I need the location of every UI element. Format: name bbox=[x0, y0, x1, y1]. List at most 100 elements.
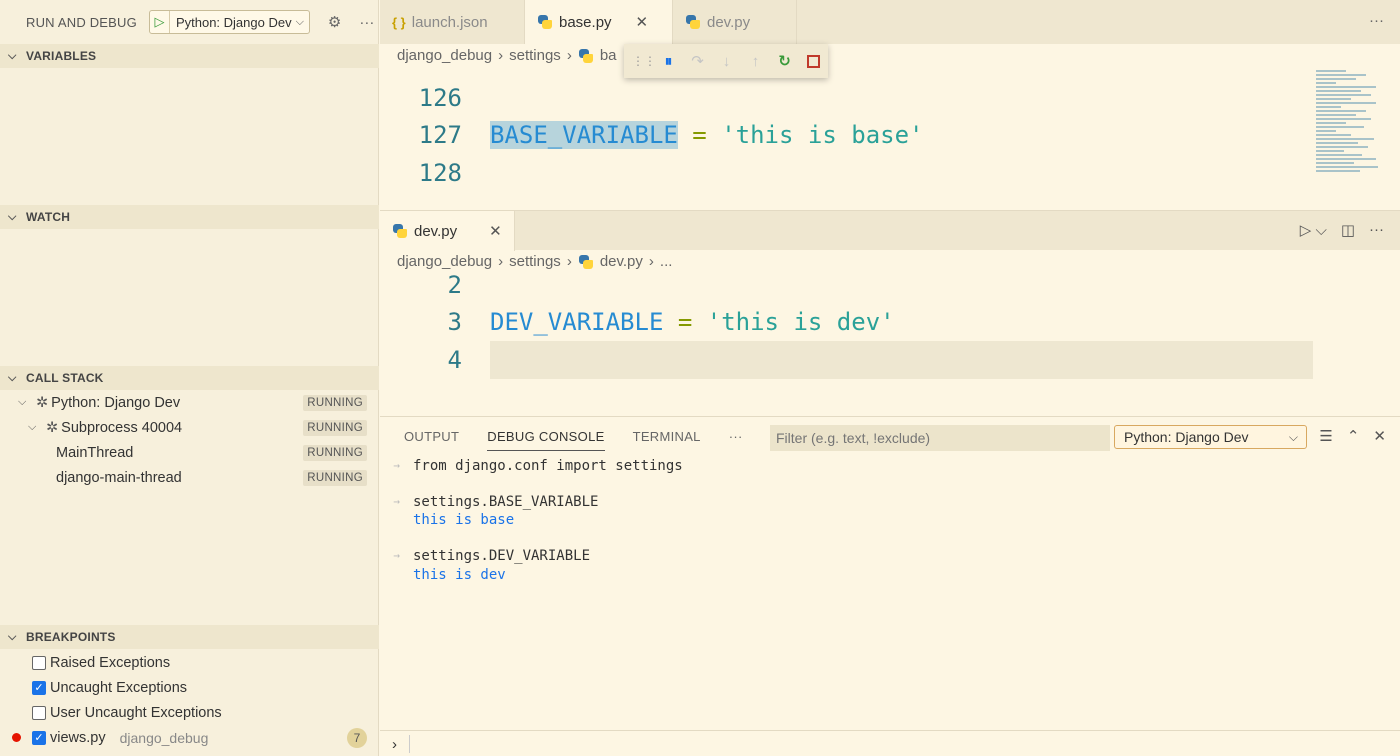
current-line-highlight bbox=[490, 341, 1313, 379]
python-icon bbox=[392, 223, 408, 239]
close-icon[interactable]: ✕ bbox=[489, 222, 502, 240]
code-line[interactable]: 2 bbox=[380, 266, 462, 304]
tab-output[interactable]: OUTPUT bbox=[404, 429, 459, 451]
checkbox[interactable]: ✓ bbox=[32, 730, 46, 745]
subprocess-label: Subprocess 40004 bbox=[61, 419, 183, 436]
breakpoint-label: Raised Exceptions bbox=[50, 654, 171, 671]
line-number: 128 bbox=[418, 159, 462, 187]
gear-icon[interactable]: ⚙ bbox=[328, 13, 341, 31]
call-stack-subprocess[interactable]: ⌵ ✲ Subprocess 40004 RUNNING bbox=[0, 415, 379, 440]
launch-config-select[interactable]: ▷ Python: Django Dev ⌵ bbox=[148, 10, 310, 34]
tab-terminal[interactable]: TERMINAL bbox=[633, 429, 701, 451]
tab-dev-py[interactable]: dev.py bbox=[673, 0, 797, 44]
code-string: 'this is base' bbox=[721, 121, 924, 149]
more-tabs-icon[interactable]: ··· bbox=[729, 429, 743, 451]
variables-section-header[interactable]: ⌵ VARIABLES bbox=[0, 44, 379, 68]
python-icon bbox=[537, 14, 553, 30]
json-icon: { } bbox=[392, 14, 406, 30]
tab-debug-console[interactable]: DEBUG CONSOLE bbox=[487, 429, 605, 451]
step-over-icon[interactable]: ↷ bbox=[683, 46, 712, 76]
split-editor-icon[interactable]: ◫ bbox=[1341, 221, 1355, 239]
python-icon bbox=[578, 254, 594, 270]
checkbox[interactable]: ✓ bbox=[32, 680, 46, 695]
tab-launch-json[interactable]: { } launch.json bbox=[380, 0, 525, 44]
console-text: settings.DEV_VARIABLE bbox=[413, 547, 591, 564]
bottom-panel: OUTPUT DEBUG CONSOLE TERMINAL ··· Python… bbox=[380, 416, 1400, 756]
breakpoint-raised-exceptions[interactable]: Raised Exceptions bbox=[0, 650, 379, 675]
tab-label: dev.py bbox=[707, 13, 751, 31]
chevron-right-icon: › bbox=[566, 47, 572, 64]
restart-icon[interactable]: ↻ bbox=[770, 46, 799, 76]
watch-section-header[interactable]: ⌵ WATCH bbox=[0, 205, 379, 229]
bug-icon: ✲ bbox=[36, 394, 49, 411]
console-input-line: → settings.DEV_VARIABLE bbox=[380, 546, 590, 565]
chevron-down-icon: ⌵ bbox=[8, 49, 17, 62]
call-stack-title: CALL STACK bbox=[26, 371, 104, 385]
checkbox[interactable] bbox=[32, 655, 46, 670]
code-operator: = bbox=[677, 121, 722, 149]
breadcrumb-item[interactable]: settings bbox=[509, 253, 561, 270]
call-stack-session[interactable]: ⌵ ✲ Python: Django Dev RUNNING bbox=[0, 390, 379, 415]
close-panel-icon[interactable]: ✕ bbox=[1373, 427, 1386, 445]
editor-actions: ▷ ⌵ ◫ ··· bbox=[1300, 221, 1384, 239]
breadcrumb: django_debug › settings › ba bbox=[397, 47, 617, 64]
console-filter-input[interactable] bbox=[770, 425, 1110, 451]
breakpoints-section-header[interactable]: ⌵ BREAKPOINTS bbox=[0, 625, 379, 649]
breadcrumb-item[interactable]: ... bbox=[660, 253, 673, 270]
call-stack-thread[interactable]: django-main-thread RUNNING bbox=[0, 465, 379, 490]
code-string: 'this is dev' bbox=[706, 308, 895, 336]
chevron-down-icon: ⌵ bbox=[8, 210, 17, 223]
breadcrumb-item[interactable]: settings bbox=[509, 47, 561, 64]
bug-icon: ✲ bbox=[46, 419, 59, 436]
tab-dev-py-split[interactable]: dev.py ✕ bbox=[380, 211, 515, 251]
more-actions-icon[interactable]: ··· bbox=[359, 14, 374, 31]
breakpoint-path: django_debug bbox=[119, 729, 209, 746]
thread-label: django-main-thread bbox=[56, 469, 182, 486]
session-label: Python: Django Dev bbox=[51, 394, 181, 411]
code-line[interactable]: 3 DEV_VARIABLE = 'this is dev' bbox=[380, 303, 895, 341]
code-identifier: DEV_VARIABLE bbox=[490, 308, 664, 336]
stop-icon[interactable] bbox=[799, 46, 828, 76]
checkbox[interactable] bbox=[32, 705, 46, 720]
console-repl-input[interactable]: › bbox=[380, 730, 1400, 756]
clear-console-icon[interactable]: ☰ bbox=[1319, 427, 1332, 445]
debug-session-select[interactable]: Python: Django Dev ⌵ bbox=[1114, 425, 1307, 449]
breakpoint-user-uncaught-exceptions[interactable]: User Uncaught Exceptions bbox=[0, 700, 379, 725]
chevron-down-icon: ⌵ bbox=[1288, 429, 1298, 444]
code-line[interactable]: 127 BASE_VARIABLE = 'this is base' bbox=[380, 116, 924, 154]
start-debug-icon[interactable]: ▷ bbox=[150, 11, 170, 33]
status-badge: RUNNING bbox=[303, 444, 367, 461]
tab-label: dev.py bbox=[414, 222, 458, 240]
pause-icon[interactable]: ⏸ bbox=[654, 46, 683, 76]
code-text: DEV_VARIABLE = 'this is dev' bbox=[490, 308, 895, 336]
call-stack-section-header[interactable]: ⌵ CALL STACK bbox=[0, 366, 379, 390]
thread-label: MainThread bbox=[56, 444, 134, 461]
more-actions-icon[interactable]: ··· bbox=[1369, 12, 1384, 29]
breakpoint-label: Uncaught Exceptions bbox=[50, 679, 188, 696]
drag-handle-icon[interactable]: ⋮⋮ bbox=[632, 46, 656, 76]
code-line-current[interactable]: 4 bbox=[380, 341, 1313, 379]
run-python-file-icon[interactable]: ▷ ⌵ bbox=[1300, 221, 1327, 239]
variables-title: VARIABLES bbox=[26, 49, 97, 63]
maximize-panel-icon[interactable]: ⌃ bbox=[1347, 427, 1360, 445]
step-into-icon[interactable]: ↓ bbox=[712, 46, 741, 76]
step-out-icon[interactable]: ↑ bbox=[741, 46, 770, 76]
chevron-down-icon: ⌵ bbox=[295, 15, 304, 28]
close-icon[interactable]: ✕ bbox=[636, 13, 649, 31]
console-text: from django.conf import settings bbox=[413, 457, 683, 474]
chevron-down-icon: ⌵ bbox=[18, 396, 27, 408]
breakpoint-uncaught-exceptions[interactable]: ✓ Uncaught Exceptions bbox=[0, 675, 379, 700]
more-actions-icon[interactable]: ··· bbox=[1369, 221, 1384, 239]
editor-area: { } launch.json base.py ✕ dev.py ··· dja… bbox=[380, 0, 1400, 756]
arrow-right-icon: → bbox=[393, 459, 400, 472]
breadcrumb-item[interactable]: ba bbox=[600, 47, 617, 64]
tab-base-py[interactable]: base.py ✕ bbox=[525, 0, 673, 44]
breadcrumb-item[interactable]: django_debug bbox=[397, 47, 492, 64]
breadcrumb-item[interactable]: dev.py bbox=[600, 253, 643, 270]
input-separator bbox=[409, 735, 410, 753]
call-stack-thread[interactable]: MainThread RUNNING bbox=[0, 440, 379, 465]
minimap[interactable] bbox=[1316, 68, 1388, 174]
breakpoint-views-py[interactable]: ✓ views.py django_debug 7 bbox=[0, 725, 379, 750]
code-line[interactable]: 128 bbox=[380, 154, 462, 192]
code-line[interactable]: 126 bbox=[380, 79, 462, 117]
